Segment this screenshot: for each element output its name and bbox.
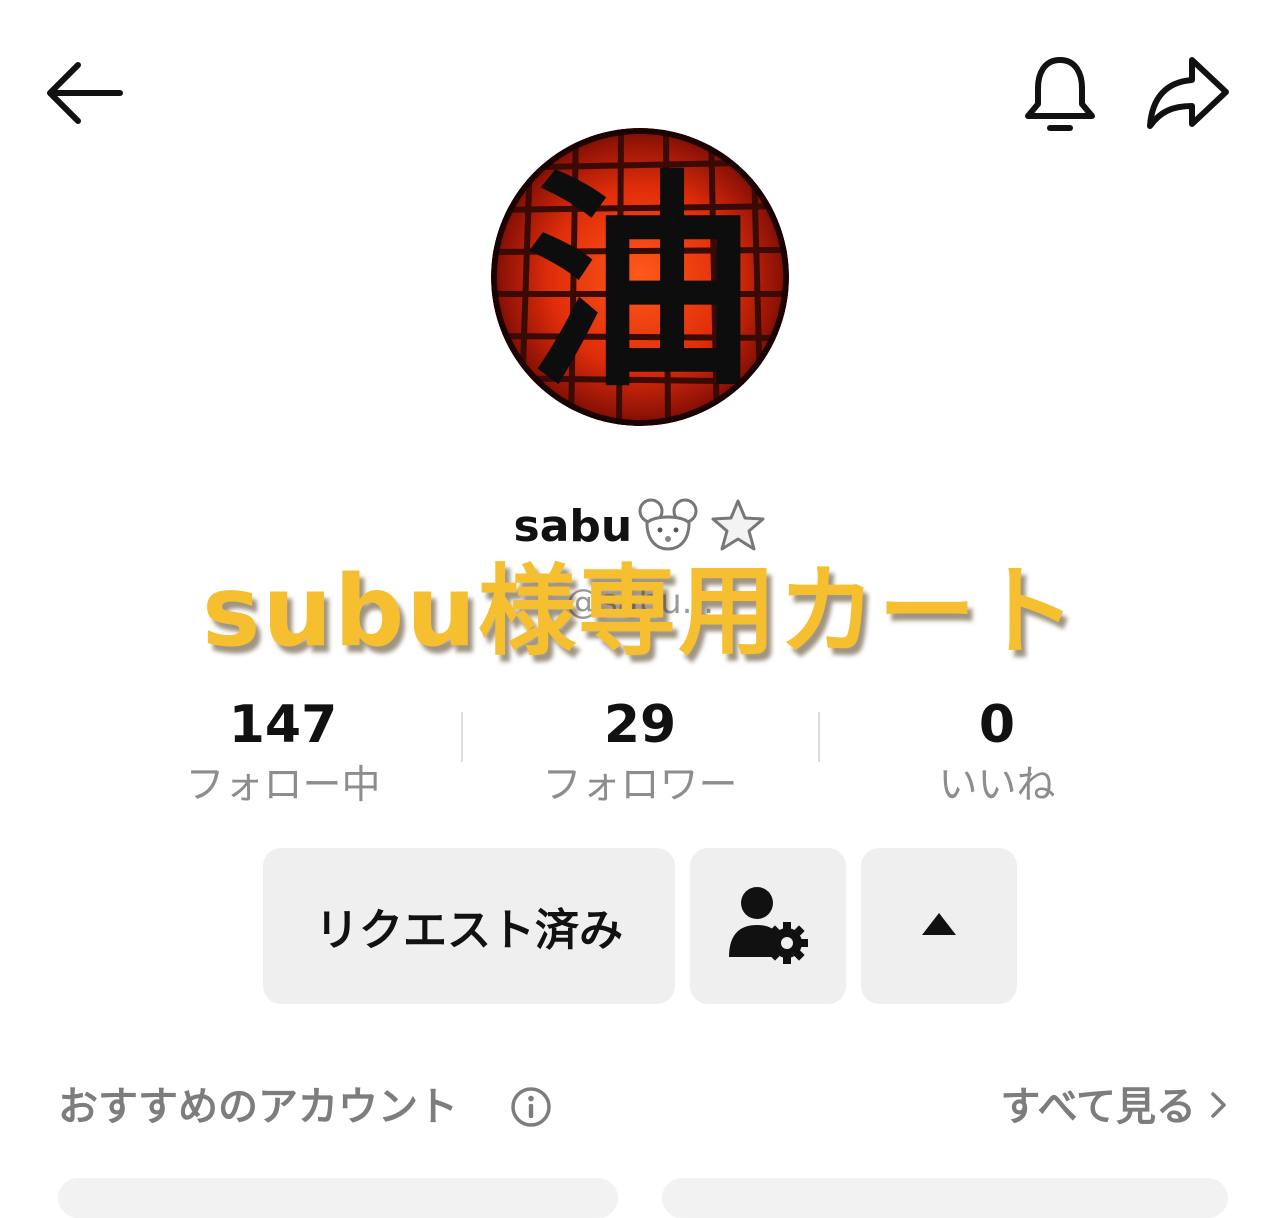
stat-followers[interactable]: 29 フォロワー [462,690,818,820]
stats-row: 147 フォロー中 29 フォロワー 0 いいね [105,690,1175,820]
stat-label: いいね [938,763,1056,808]
stat-following[interactable]: 147 フォロー中 [105,690,461,820]
share-arrow-icon[interactable] [1140,52,1234,136]
suggested-account-card[interactable] [58,1178,618,1218]
chevron-right-icon [1210,1090,1228,1124]
username: sabu [513,501,633,552]
person-gear-icon [725,881,811,971]
recommended-accounts-header: おすすめのアカウント すべて見る [58,1072,1228,1142]
info-icon[interactable] [510,1086,552,1128]
stat-value: 29 [603,695,677,755]
see-all-label: すべて見る [1000,1084,1196,1130]
arrow-left-icon[interactable] [40,55,130,135]
stat-likes[interactable]: 0 いいね [819,690,1175,820]
overlay-banner: subu様専用カート [201,555,1079,669]
mouse-icon [637,497,699,557]
recommended-accounts-title: おすすめのアカウント [58,1084,458,1130]
stat-label: フォロー中 [185,763,381,808]
stat-value: 0 [978,695,1016,755]
stat-value: 147 [228,695,338,755]
profile-actions: リクエスト済み [0,848,1280,1008]
bell-icon[interactable] [1018,52,1102,136]
person-settings-button[interactable] [690,848,846,1004]
star-outline-icon [710,497,766,557]
avatar-kanji: 油 [525,152,755,419]
request-sent-button[interactable]: リクエスト済み [263,848,675,1004]
triangle-up-icon [919,909,959,943]
request-sent-label: リクエスト済み [315,905,623,956]
see-all-link[interactable]: すべて見る [1000,1072,1228,1142]
stat-label: フォロワー [542,763,738,808]
avatar[interactable]: 油 [491,128,789,426]
expand-suggestions-button[interactable] [861,848,1017,1004]
suggested-account-card[interactable] [662,1178,1228,1218]
